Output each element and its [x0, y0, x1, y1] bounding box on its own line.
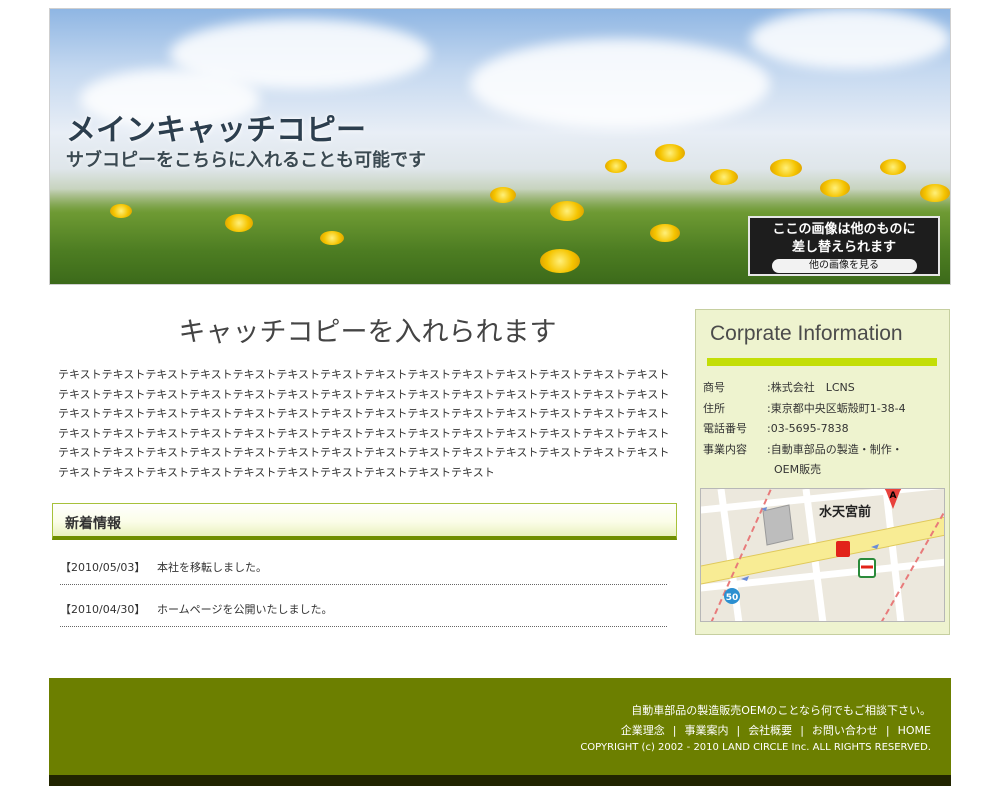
info-row: 電話番号 :03-5695-7838	[703, 419, 937, 440]
info-label	[703, 460, 767, 481]
info-row: OEM販売	[703, 460, 937, 481]
image-replace-note: ここの画像は他のものに 差し替えられます 他の画像を見る	[748, 216, 940, 276]
flower-shape	[540, 249, 580, 273]
hero-banner: メインキャッチコピー サブコピーをこちらに入れることも可能です ここの画像は他の…	[49, 8, 951, 285]
footer-link-home[interactable]: HOME	[898, 724, 931, 737]
flower-shape	[225, 214, 253, 232]
note-line-2: 差し替えられます	[791, 240, 896, 255]
flower-shape	[650, 224, 680, 242]
news-heading: 新着情報	[65, 516, 121, 532]
info-value: :株式会社 LCNS	[767, 381, 855, 394]
news-text: 本社を移転しました。	[157, 561, 267, 574]
flower-shape	[655, 144, 685, 162]
footer-link-business[interactable]: 事業案内	[684, 724, 728, 737]
hero-title: メインキャッチコピー	[66, 113, 366, 148]
news-date: 【2010/05/03】	[60, 561, 146, 574]
info-row: 住所 :東京都中央区蛎殻町1-38-4	[703, 399, 937, 420]
copyright: COPYRIGHT (c) 2002 - 2010 LAND CIRCLE In…	[580, 742, 931, 753]
flower-shape	[920, 184, 950, 202]
news-text: ホームページを公開いたしました。	[157, 603, 333, 616]
note-line-1: ここの画像は他のものに	[772, 222, 916, 237]
hero-subtitle: サブコピーをこちらに入れることも可能です	[66, 150, 426, 171]
flower-shape	[110, 204, 132, 218]
info-row: 商号 :株式会社 LCNS	[703, 378, 937, 399]
info-value: OEM販売	[767, 463, 822, 476]
footer-nav: 企業理念 | 事業案内 | 会社概要 | お問い合わせ | HOME	[620, 724, 931, 737]
marker-letter: A	[890, 491, 897, 501]
route-number: 50	[726, 593, 739, 603]
news-item: 【2010/04/30】 ホームページを公開いたしました。	[60, 587, 667, 627]
cloud-shape	[750, 9, 950, 69]
station-label: 水天宮前	[819, 504, 871, 520]
corporate-info-title: Corprate Information	[710, 322, 903, 345]
info-label: 電話番号	[703, 422, 747, 435]
title-underline-bar	[707, 358, 937, 366]
footer-link-company[interactable]: 会社概要	[748, 724, 792, 737]
news-date: 【2010/04/30】	[60, 603, 146, 616]
info-value: :03-5695-7838	[767, 422, 849, 435]
cloud-shape	[470, 39, 770, 129]
flower-shape	[710, 169, 738, 185]
news-item: 【2010/05/03】 本社を移転しました。	[60, 545, 667, 585]
catch-copy-heading: キャッチコピーを入れられます	[178, 317, 557, 348]
flower-shape	[820, 179, 850, 197]
footer-link-philosophy[interactable]: 企業理念	[621, 724, 665, 737]
corporate-info-panel: Corprate Information 商号 :株式会社 LCNS 住所 :東…	[695, 309, 950, 635]
body-text: テキストテキストテキストテキストテキストテキストテキストテキストテキストテキスト…	[58, 368, 670, 479]
footer-bottom-bar	[49, 775, 951, 786]
info-value: :東京都中央区蛎殻町1-38-4	[767, 401, 906, 415]
view-other-images-button[interactable]: 他の画像を見る	[771, 259, 917, 273]
news-section-header: 新着情報	[52, 503, 677, 540]
info-row: 事業内容 :自動車部品の製造・制作・	[703, 440, 937, 461]
flower-shape	[550, 201, 584, 221]
map-graphic: 50 水天宮前 A	[701, 489, 944, 621]
shop-icon	[836, 541, 850, 557]
location-map[interactable]: 50 水天宮前 A	[700, 488, 945, 622]
site-footer: 自動車部品の製造販売OEMのことなら何でもご相談下さい。 企業理念 | 事業案内 | 会…	[49, 678, 951, 786]
company-info-list: 商号 :株式会社 LCNS 住所 :東京都中央区蛎殻町1-38-4 電話番号 :…	[703, 378, 937, 481]
info-label: 住所	[703, 401, 725, 415]
info-label: 事業内容	[703, 442, 747, 456]
info-value: :自動車部品の製造・制作・	[767, 442, 903, 456]
footer-message: 自動車部品の製造販売OEMのことなら何でもご相談下さい。	[631, 704, 931, 717]
flower-shape	[320, 231, 344, 245]
flower-shape	[605, 159, 627, 173]
footer-link-contact[interactable]: お問い合わせ	[812, 724, 878, 737]
info-label: 商号	[703, 381, 725, 394]
flower-shape	[490, 187, 516, 203]
flower-shape	[880, 159, 906, 175]
flower-shape	[770, 159, 802, 177]
